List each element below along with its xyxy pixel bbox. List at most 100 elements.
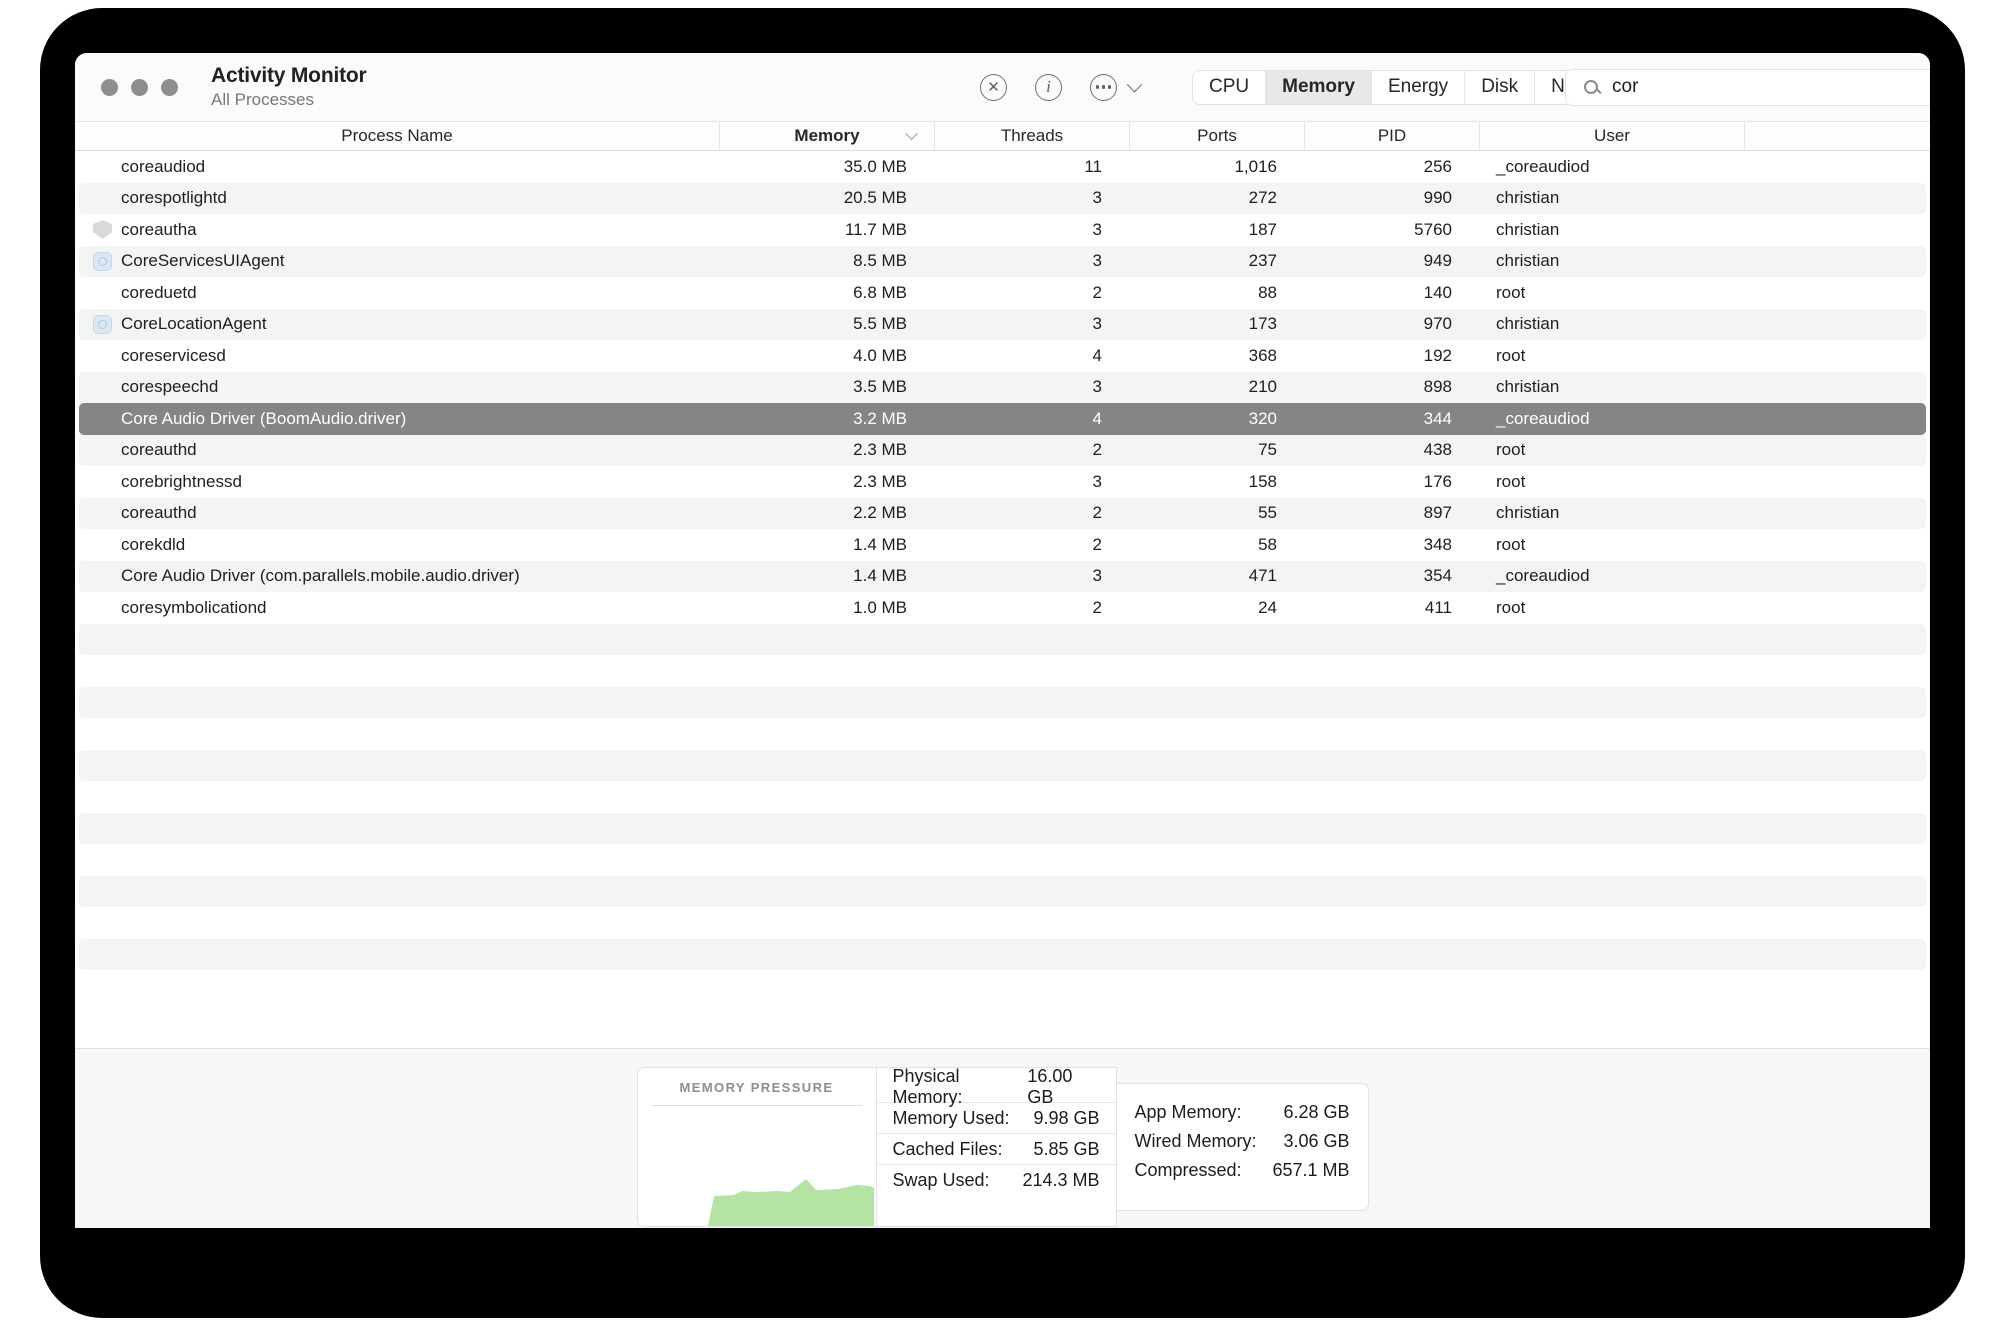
process-name-label: coreduetd [121,283,197,303]
cell-threads: 3 [935,214,1130,246]
cell-user: root [1480,435,1745,467]
quit-process-icon[interactable]: ✕ [980,74,1007,101]
stat-row: Cached Files: 5.85 GB [877,1134,1116,1165]
table-row[interactable]: corebrightnessd2.3 MB3158176root [79,466,1926,498]
wired-memory-label: Wired Memory: [1135,1131,1257,1152]
cell-ports: 88 [1130,277,1305,309]
cell-threads: 2 [935,529,1130,561]
cell-user: root [1480,529,1745,561]
cell-memory: 3.5 MB [720,372,935,404]
empty-row [79,781,1926,813]
cell-pid: 949 [1305,246,1480,278]
cell-process-name: corespeechd [79,372,720,404]
zoom-window-button[interactable] [161,79,178,96]
stat-row: Compressed: 657.1 MB [1117,1156,1368,1185]
cell-pid: 5760 [1305,214,1480,246]
process-name-label: CoreServicesUIAgent [121,251,284,271]
table-row[interactable]: coreaudiod35.0 MB111,016256_coreaudiod [79,151,1926,183]
cell-threads: 3 [935,466,1130,498]
tab-cpu[interactable]: CPU [1193,71,1266,104]
cell-user: christian [1480,183,1745,215]
shield-icon [93,220,112,239]
cell-memory: 2.2 MB [720,498,935,530]
cell-memory: 4.0 MB [720,340,935,372]
table-row[interactable]: coreauthd2.3 MB275438root [79,435,1926,467]
cell-pid: 970 [1305,309,1480,341]
cell-ports: 471 [1130,561,1305,593]
traffic-lights [101,79,178,96]
process-table[interactable]: coreaudiod35.0 MB111,016256_coreaudiodco… [75,151,1930,1048]
table-row[interactable]: coreautha11.7 MB31875760christian [79,214,1926,246]
ellipsis-glyph [1096,85,1111,88]
minimize-window-button[interactable] [131,79,148,96]
compressed-value: 657.1 MB [1272,1160,1349,1181]
cell-memory: 8.5 MB [720,246,935,278]
info-icon[interactable]: i [1035,74,1062,101]
column-header-memory[interactable]: Memory [720,122,935,150]
cell-user: christian [1480,214,1745,246]
cell-pid: 990 [1305,183,1480,215]
column-header-ports[interactable]: Ports [1130,122,1305,150]
process-name-label: Core Audio Driver (BoomAudio.driver) [121,409,406,429]
cell-threads: 11 [935,151,1130,183]
table-row[interactable]: coreduetd6.8 MB288140root [79,277,1926,309]
cell-threads: 4 [935,340,1130,372]
cell-pid: 411 [1305,592,1480,624]
table-row[interactable]: corekdld1.4 MB258348root [79,529,1926,561]
chevron-down-icon[interactable] [1127,76,1143,92]
empty-row [79,718,1926,750]
cell-threads: 3 [935,309,1130,341]
stat-row: Wired Memory: 3.06 GB [1117,1127,1368,1156]
memory-pressure-divider [652,1105,862,1106]
process-name-label: coreauthd [121,503,197,523]
table-row[interactable]: corespeechd3.5 MB3210898christian [79,372,1926,404]
cell-user: root [1480,592,1745,624]
window-toolbar: Activity Monitor All Processes ✕ i CPU M… [75,53,1930,121]
cell-ports: 237 [1130,246,1305,278]
cell-ports: 187 [1130,214,1305,246]
column-header-user[interactable]: User [1480,122,1745,150]
cell-process-name: coreaudiod [79,151,720,183]
table-row[interactable]: coreservicesd4.0 MB4368192root [79,340,1926,372]
table-row[interactable]: coresymbolicationd1.0 MB224411root [79,592,1926,624]
cell-threads: 3 [935,246,1130,278]
tab-energy[interactable]: Energy [1372,71,1465,104]
table-row[interactable]: CoreLocationAgent5.5 MB3173970christian [79,309,1926,341]
process-name-label: coreservicesd [121,346,226,366]
stat-row: Memory Used: 9.98 GB [877,1103,1116,1134]
memory-used-label: Memory Used: [893,1108,1010,1129]
table-row[interactable]: Core Audio Driver (com.parallels.mobile.… [79,561,1926,593]
tab-disk[interactable]: Disk [1465,71,1535,104]
search-input[interactable]: cor [1612,76,1930,98]
column-header-pid[interactable]: PID [1305,122,1480,150]
stat-row: Swap Used: 214.3 MB [877,1165,1116,1196]
cell-ports: 158 [1130,466,1305,498]
cell-user: root [1480,466,1745,498]
cell-pid: 344 [1305,403,1480,435]
tab-memory[interactable]: Memory [1266,71,1372,104]
column-header-process-name[interactable]: Process Name [75,122,720,150]
empty-row [79,624,1926,656]
cached-files-label: Cached Files: [893,1139,1003,1160]
table-row[interactable]: coreauthd2.2 MB255897christian [79,498,1926,530]
cell-user: _coreaudiod [1480,151,1745,183]
close-window-button[interactable] [101,79,118,96]
cell-spacer [1745,309,1926,341]
options-icon[interactable] [1090,74,1117,101]
swap-used-value: 214.3 MB [1022,1170,1099,1191]
cell-memory: 35.0 MB [720,151,935,183]
column-header-threads[interactable]: Threads [935,122,1130,150]
empty-row [79,876,1926,908]
stat-row: App Memory: 6.28 GB [1117,1098,1368,1127]
cell-user: christian [1480,309,1745,341]
cell-memory: 3.2 MB [720,403,935,435]
table-row[interactable]: Core Audio Driver (BoomAudio.driver) 3.2 … [79,403,1926,435]
table-row[interactable]: CoreServicesUIAgent8.5 MB3237949christia… [79,246,1926,278]
stat-row: Physical Memory: 16.00 GB [877,1072,1116,1103]
process-name-label: corespotlightd [121,188,227,208]
cell-memory: 1.0 MB [720,592,935,624]
table-row[interactable]: corespotlightd20.5 MB3272990christian [79,183,1926,215]
cell-process-name: corekdld [79,529,720,561]
cell-ports: 173 [1130,309,1305,341]
search-field[interactable]: cor ✕ [1565,69,1930,106]
